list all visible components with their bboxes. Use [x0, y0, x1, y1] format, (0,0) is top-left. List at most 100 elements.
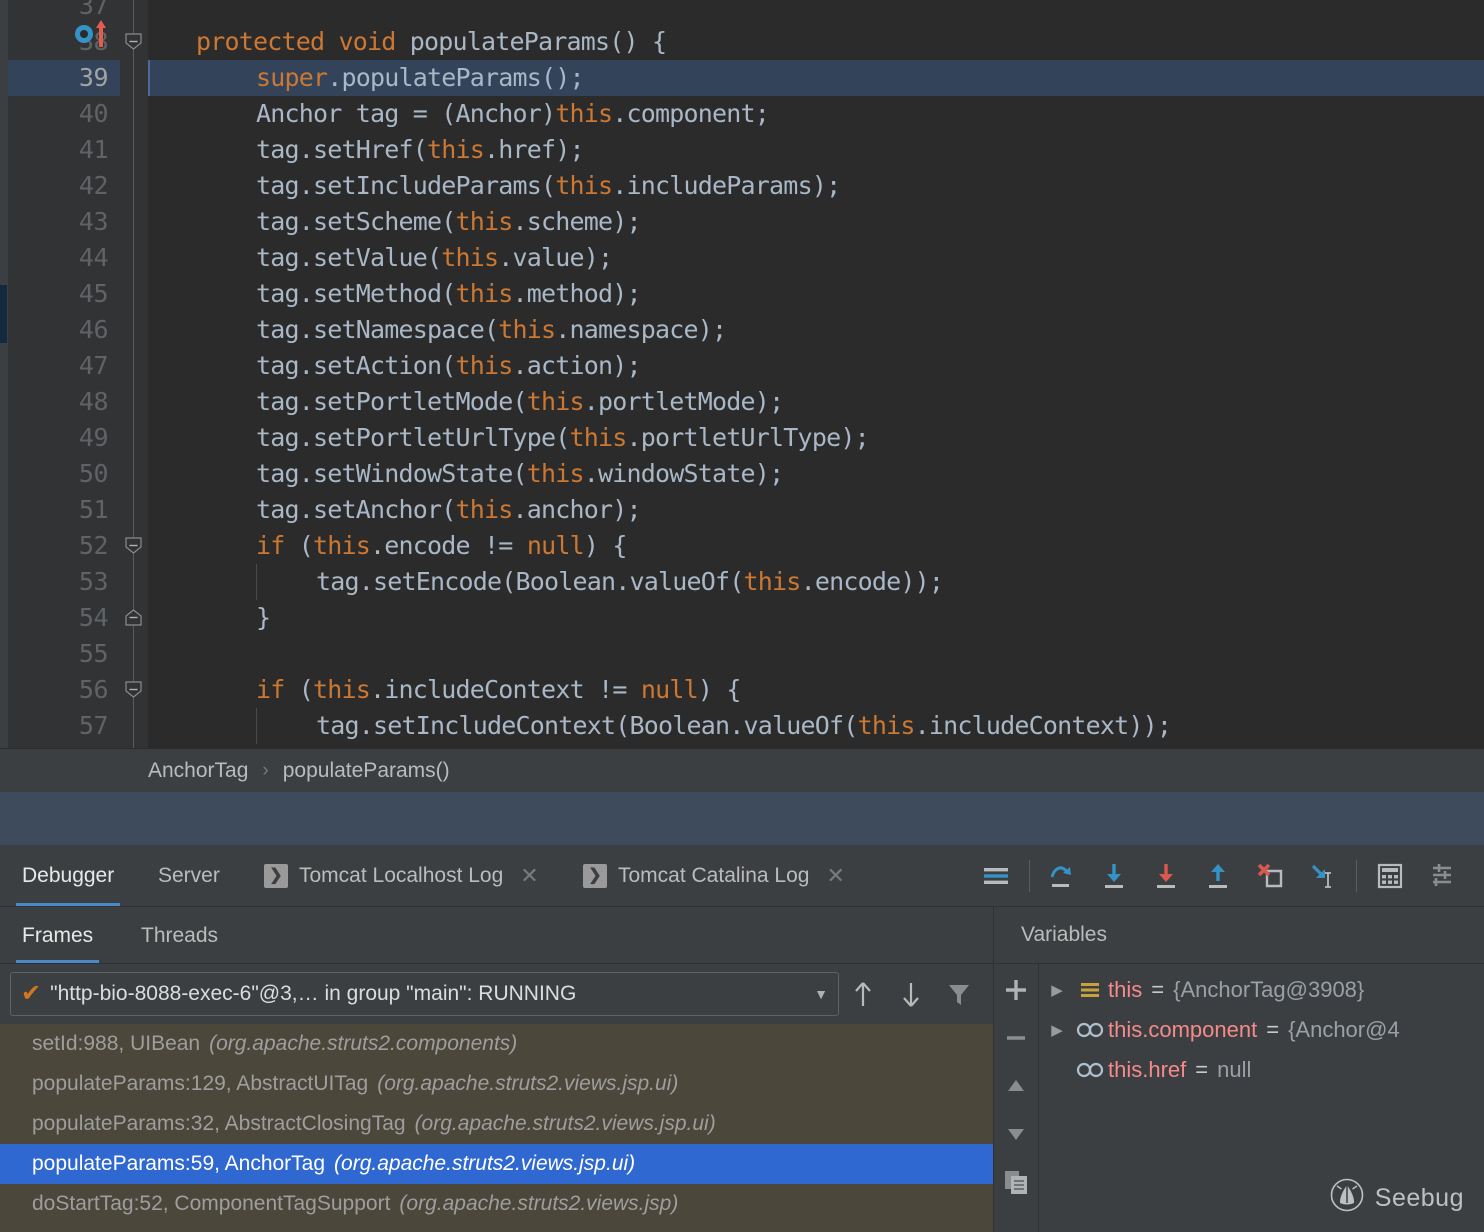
- code-token: .windowState);: [584, 459, 784, 488]
- frames-panel[interactable]: Frames Threads ✔ "http-bio-8088-exec-6"@3…: [0, 907, 993, 1232]
- tab-frames[interactable]: Frames: [16, 907, 99, 964]
- code-line[interactable]: tag.setPortletMode(this.portletMode);: [256, 384, 783, 420]
- close-icon[interactable]: ✕: [520, 863, 538, 889]
- add-watch-button[interactable]: [998, 974, 1034, 1006]
- fold-marker-icon[interactable]: [125, 537, 142, 554]
- variable-row[interactable]: this.href=null: [1040, 1050, 1484, 1090]
- tab-server[interactable]: Server: [152, 845, 226, 907]
- breadcrumb-class[interactable]: AnchorTag: [148, 759, 248, 783]
- chevron-down-icon[interactable]: ▼: [814, 986, 828, 1002]
- variables-side-toolbar[interactable]: [994, 964, 1039, 1232]
- tab-debugger[interactable]: Debugger: [16, 845, 120, 907]
- code-line[interactable]: tag.setEncode(Boolean.valueOf(this.encod…: [316, 564, 943, 600]
- code-token: tag.setAnchor(: [256, 495, 456, 524]
- fold-marker-icon[interactable]: [125, 33, 142, 50]
- stack-frame-method: populateParams:32, AbstractClosingTag: [32, 1112, 406, 1136]
- code-token: tag.setPortletMode(: [256, 387, 527, 416]
- code-token: (: [285, 531, 314, 560]
- variable-name: this.component: [1108, 1017, 1257, 1043]
- line-number: 51: [8, 492, 108, 528]
- code-token: .namespace);: [555, 315, 726, 344]
- tool-window-stripe-highlight: [0, 285, 7, 343]
- code-token: .includeContext));: [915, 711, 1172, 740]
- code-line[interactable]: if (this.encode != null) {: [256, 528, 627, 564]
- filter-frames-button[interactable]: [935, 970, 983, 1018]
- stack-frame-row[interactable]: setId:988, UIBean(org.apache.struts2.com…: [0, 1024, 993, 1064]
- tab-tomcat-catalina-log[interactable]: ❯Tomcat Catalina Log✕: [577, 845, 851, 907]
- stack-frame-row[interactable]: doStartTag:52, ComponentTagSupport(org.a…: [0, 1184, 993, 1224]
- code-token: (: [285, 675, 314, 704]
- folding-guide-line: [133, 0, 134, 748]
- line-number: 50: [8, 456, 108, 492]
- evaluate-expression-icon[interactable]: [1364, 850, 1416, 902]
- fold-marker-icon[interactable]: [125, 681, 142, 698]
- code-line[interactable]: tag.setScheme(this.scheme);: [256, 204, 641, 240]
- code-line[interactable]: tag.setPortletUrlType(this.portletUrlTyp…: [256, 420, 869, 456]
- code-line[interactable]: tag.setAnchor(this.anchor);: [256, 492, 641, 528]
- editor-gutter[interactable]: 3738394041424344454647484950515253545556…: [8, 0, 120, 748]
- variable-row[interactable]: ▶this.component={Anchor@4: [1040, 1010, 1484, 1050]
- code-token: Anchor tag = (Anchor): [256, 99, 555, 128]
- breadcrumb-method[interactable]: populateParams(): [283, 759, 450, 783]
- fold-marker-icon[interactable]: [125, 609, 142, 626]
- code-text-area[interactable]: protected void populateParams() {super.p…: [148, 0, 1484, 748]
- code-line[interactable]: tag.setAction(this.action);: [256, 348, 641, 384]
- run-to-cursor-icon[interactable]: [1297, 850, 1349, 902]
- debugger-toolbar[interactable]: [970, 845, 1484, 907]
- stack-frame-row[interactable]: populateParams:129, AbstractUITag(org.ap…: [0, 1064, 993, 1104]
- force-step-into-icon[interactable]: [1141, 850, 1193, 902]
- remove-watch-button[interactable]: [998, 1022, 1034, 1054]
- code-line[interactable]: tag.setIncludeParams(this.includeParams)…: [256, 168, 840, 204]
- stack-frame-row[interactable]: populateParams:32, AbstractClosingTag(or…: [0, 1104, 993, 1144]
- code-editor[interactable]: 3738394041424344454647484950515253545556…: [0, 0, 1484, 748]
- overriding-method-arrow-icon[interactable]: [94, 18, 108, 48]
- code-keyword: this: [498, 315, 555, 344]
- thread-selector-combo[interactable]: ✔ "http-bio-8088-exec-6"@3,… in group "m…: [10, 972, 839, 1016]
- method-breakpoint-icon[interactable]: [74, 24, 94, 44]
- thread-selector-row[interactable]: ✔ "http-bio-8088-exec-6"@3,… in group "m…: [0, 964, 993, 1024]
- tab-threads[interactable]: Threads: [135, 907, 224, 964]
- code-line[interactable]: protected void populateParams() {: [196, 24, 666, 60]
- line-number: 39: [8, 60, 108, 96]
- code-line[interactable]: }: [256, 600, 270, 636]
- stack-frames-list[interactable]: setId:988, UIBean(org.apache.struts2.com…: [0, 1024, 993, 1232]
- move-down-button[interactable]: [998, 1118, 1034, 1150]
- frame-down-button[interactable]: [887, 970, 935, 1018]
- breadcrumb[interactable]: AnchorTag › populateParams(): [0, 748, 1484, 792]
- code-line[interactable]: tag.setHref(this.href);: [256, 132, 584, 168]
- code-line[interactable]: Anchor tag = (Anchor)this.component;: [256, 96, 769, 132]
- expand-triangle-icon[interactable]: ▶: [1042, 981, 1072, 999]
- code-folding-column[interactable]: [120, 0, 148, 748]
- frames-tabs[interactable]: Frames Threads: [0, 907, 993, 964]
- code-keyword: this: [313, 531, 370, 560]
- code-keyword: this: [858, 711, 915, 740]
- code-line[interactable]: tag.setValue(this.value);: [256, 240, 612, 276]
- close-icon[interactable]: ✕: [826, 863, 844, 889]
- settings-icon[interactable]: [1416, 850, 1468, 902]
- drop-frame-icon[interactable]: [1245, 850, 1297, 902]
- show-execution-point-icon[interactable]: [970, 850, 1022, 902]
- code-line[interactable]: tag.setNamespace(this.namespace);: [256, 312, 726, 348]
- code-line[interactable]: super.populateParams();: [256, 60, 584, 96]
- active-tab-underline: [16, 903, 120, 906]
- step-into-icon[interactable]: [1089, 850, 1141, 902]
- variable-row[interactable]: ▶this={AnchorTag@3908}: [1040, 970, 1484, 1010]
- step-out-icon[interactable]: [1193, 850, 1245, 902]
- stack-frame-row[interactable]: populateParams:59, AnchorTag(org.apache.…: [0, 1144, 993, 1184]
- frame-up-button[interactable]: [839, 970, 887, 1018]
- tab-tomcat-localhost-log[interactable]: ❯Tomcat Localhost Log✕: [258, 845, 545, 907]
- code-keyword: this: [555, 171, 612, 200]
- move-up-button[interactable]: [998, 1070, 1034, 1102]
- line-number: 49: [8, 420, 108, 456]
- code-line[interactable]: if (this.includeContext != null) {: [256, 672, 741, 708]
- code-line[interactable]: tag.setMethod(this.method);: [256, 276, 641, 312]
- line-number: 46: [8, 312, 108, 348]
- code-line[interactable]: tag.setWindowState(this.windowState);: [256, 456, 783, 492]
- code-token: ) {: [584, 531, 627, 560]
- copy-icon[interactable]: [998, 1166, 1034, 1198]
- expand-triangle-icon[interactable]: ▶: [1042, 1021, 1072, 1039]
- code-keyword: this: [456, 279, 513, 308]
- step-over-icon[interactable]: [1037, 850, 1089, 902]
- active-frames-tab-underline: [16, 960, 99, 963]
- code-line[interactable]: tag.setIncludeContext(Boolean.valueOf(th…: [316, 708, 1171, 744]
